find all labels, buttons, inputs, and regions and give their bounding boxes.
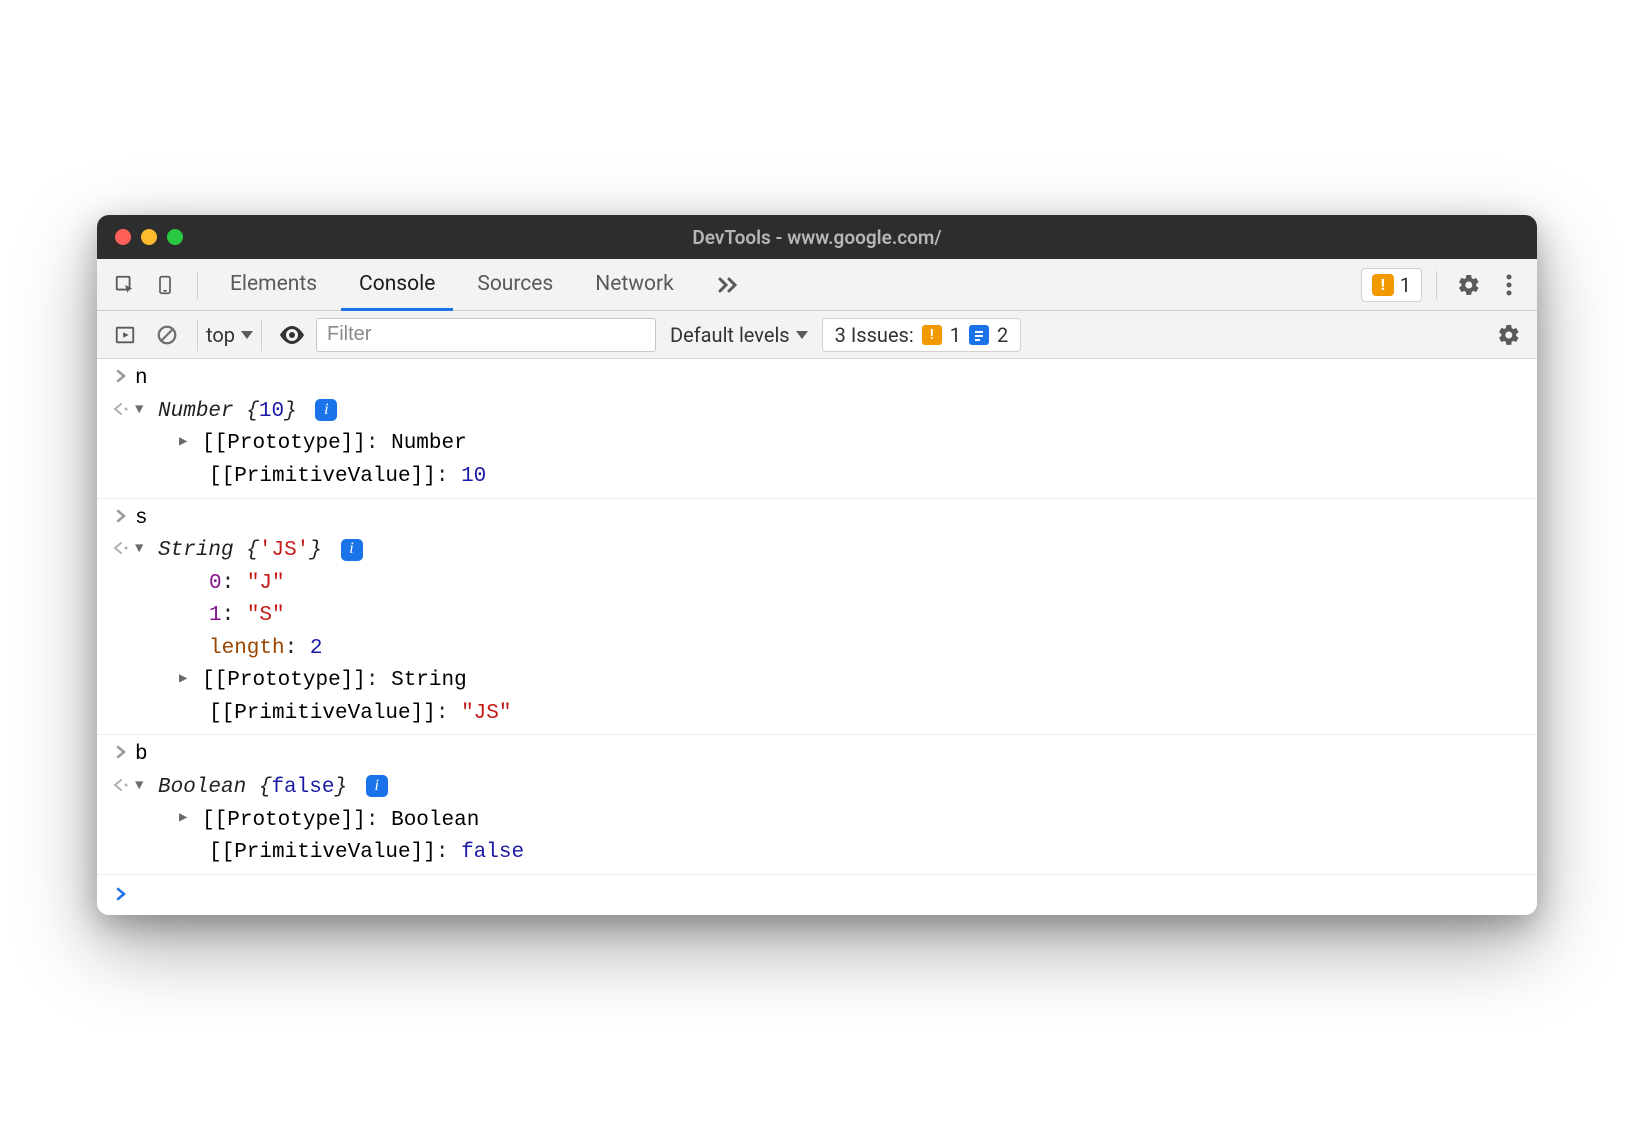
issues-info-count: 2 xyxy=(997,323,1008,347)
close-window-button[interactable] xyxy=(115,229,131,245)
maximize-window-button[interactable] xyxy=(167,229,183,245)
tab-overflow[interactable] xyxy=(698,259,758,311)
toggle-sidebar-icon[interactable] xyxy=(107,317,143,353)
window-title: DevTools - www.google.com/ xyxy=(97,226,1537,249)
tab-sources[interactable]: Sources xyxy=(459,259,571,311)
prop-value: "J" xyxy=(247,572,285,595)
object-literal: 'JS' xyxy=(259,539,309,562)
tab-network[interactable]: Network xyxy=(577,259,692,311)
prototype-value: Number xyxy=(391,432,467,455)
more-menu-icon[interactable] xyxy=(1491,267,1527,303)
prop-key: 1 xyxy=(209,604,222,627)
console-input-row[interactable]: n xyxy=(97,363,1537,396)
console-group-string: s ▼ String {'JS'} i 0: "J" 1: "S" xyxy=(97,499,1537,736)
context-label: top xyxy=(206,323,235,347)
info-badge-icon[interactable]: i xyxy=(341,539,363,561)
console-input-text: s xyxy=(135,503,1527,536)
output-arrow-icon xyxy=(107,535,135,555)
primitive-label: [[PrimitiveValue]] xyxy=(209,841,436,864)
device-toolbar-icon[interactable] xyxy=(147,267,183,303)
object-type: Number xyxy=(158,400,234,423)
console-input-row[interactable]: s xyxy=(97,503,1537,536)
primitive-label: [[PrimitiveValue]] xyxy=(209,702,436,725)
warnings-count-badge[interactable]: ! 1 xyxy=(1361,268,1422,302)
expand-triangle-icon[interactable]: ▶ xyxy=(179,808,187,830)
prototype-label: [[Prototype]] xyxy=(202,809,366,832)
warnings-count: 1 xyxy=(1400,273,1411,297)
chevron-down-icon xyxy=(796,331,808,339)
expand-triangle-icon[interactable]: ▶ xyxy=(179,432,187,454)
console-input-text: n xyxy=(135,363,1527,396)
separator xyxy=(1436,271,1437,299)
issues-badge[interactable]: 3 Issues: ! 1 2 xyxy=(822,318,1022,352)
live-expression-icon[interactable] xyxy=(274,317,310,353)
clear-console-icon[interactable] xyxy=(149,317,185,353)
expand-triangle-icon[interactable]: ▼ xyxy=(135,539,143,561)
prototype-value: Boolean xyxy=(391,809,479,832)
object-type: Boolean xyxy=(158,776,246,799)
prototype-value: String xyxy=(391,669,467,692)
chevron-down-icon xyxy=(241,331,253,339)
primitive-value: false xyxy=(461,841,524,864)
prop-key: 0 xyxy=(209,572,222,595)
console-input-text: b xyxy=(135,739,1527,772)
warning-icon: ! xyxy=(922,325,942,345)
prop-value: 2 xyxy=(310,637,323,660)
output-arrow-icon xyxy=(107,772,135,792)
levels-label: Default levels xyxy=(670,323,790,347)
minimize-window-button[interactable] xyxy=(141,229,157,245)
expand-triangle-icon[interactable]: ▶ xyxy=(179,669,187,691)
issues-warning-count: 1 xyxy=(950,323,961,347)
prototype-label: [[Prototype]] xyxy=(202,432,366,455)
console-group-boolean: b ▼ Boolean {false} i ▶ [[Prototype]]: B… xyxy=(97,735,1537,874)
input-chevron-icon xyxy=(107,503,135,523)
traffic-lights xyxy=(97,229,183,245)
prop-value: "S" xyxy=(247,604,285,627)
console-input-row[interactable]: b xyxy=(97,739,1537,772)
object-literal: false xyxy=(271,776,334,799)
prompt-chevron-icon xyxy=(107,881,135,901)
input-chevron-icon xyxy=(107,739,135,759)
info-badge-icon[interactable]: i xyxy=(366,775,388,797)
console-output: n ▼ Number {10} i ▶ [[Prototype]]: Numbe… xyxy=(97,359,1537,914)
object-type: String xyxy=(158,539,234,562)
info-icon xyxy=(969,325,989,345)
console-prompt[interactable] xyxy=(97,875,1537,915)
info-badge-icon[interactable]: i xyxy=(315,399,337,421)
console-output-row[interactable]: ▼ String {'JS'} i 0: "J" 1: "S" length: … xyxy=(97,535,1537,730)
issues-label: 3 Issues: xyxy=(835,323,914,347)
output-arrow-icon xyxy=(107,396,135,416)
titlebar: DevTools - www.google.com/ xyxy=(97,215,1537,259)
prop-key-length: length xyxy=(209,637,285,660)
devtools-window: DevTools - www.google.com/ Elements Cons… xyxy=(97,215,1537,914)
expand-triangle-icon[interactable]: ▼ xyxy=(135,776,143,798)
prototype-label: [[Prototype]] xyxy=(202,669,366,692)
primitive-value: 10 xyxy=(461,465,486,488)
tab-console[interactable]: Console xyxy=(341,259,453,311)
console-settings-icon[interactable] xyxy=(1491,317,1527,353)
object-literal: 10 xyxy=(259,400,284,423)
input-chevron-icon xyxy=(107,363,135,383)
console-output-row[interactable]: ▼ Number {10} i ▶ [[Prototype]]: Number … xyxy=(97,396,1537,494)
console-toolbar: top Default levels 3 Issues: ! 1 2 xyxy=(97,311,1537,359)
settings-icon[interactable] xyxy=(1451,267,1487,303)
separator xyxy=(197,271,198,299)
filter-input[interactable] xyxy=(316,318,656,352)
execution-context-select[interactable]: top xyxy=(197,319,262,351)
inspect-element-icon[interactable] xyxy=(107,267,143,303)
warning-icon: ! xyxy=(1372,274,1394,296)
devtools-tabbar: Elements Console Sources Network ! 1 xyxy=(97,259,1537,311)
primitive-label: [[PrimitiveValue]] xyxy=(209,465,436,488)
console-group-number: n ▼ Number {10} i ▶ [[Prototype]]: Numbe… xyxy=(97,359,1537,498)
panel-tabs: Elements Console Sources Network xyxy=(212,259,758,310)
console-output-row[interactable]: ▼ Boolean {false} i ▶ [[Prototype]]: Boo… xyxy=(97,772,1537,870)
primitive-value: "JS" xyxy=(461,702,511,725)
tab-elements[interactable]: Elements xyxy=(212,259,335,311)
log-levels-select[interactable]: Default levels xyxy=(662,323,816,347)
expand-triangle-icon[interactable]: ▼ xyxy=(135,400,143,422)
